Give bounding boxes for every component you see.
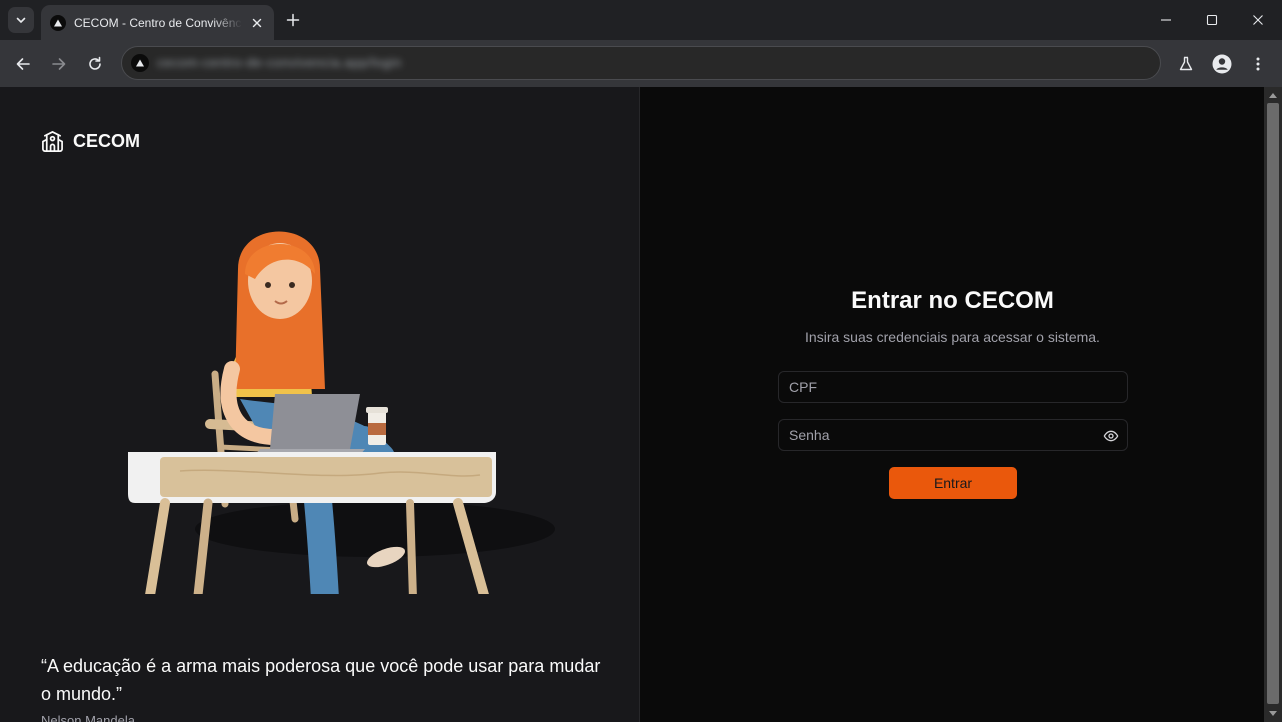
hero-quote-author: Nelson Mandela	[41, 713, 135, 722]
tab-search-button[interactable]	[8, 7, 34, 33]
browser-toolbar: cecom-centro-de-convivencia.app/login	[0, 40, 1282, 87]
woman-at-desk-illustration	[128, 231, 555, 594]
address-bar[interactable]: cecom-centro-de-convivencia.app/login	[121, 46, 1161, 80]
cpf-input[interactable]	[779, 372, 1127, 402]
password-field[interactable]	[778, 419, 1128, 451]
close-icon	[1253, 15, 1263, 25]
address-url: cecom-centro-de-convivencia.app/login	[157, 55, 402, 70]
maximize-button[interactable]	[1189, 0, 1235, 40]
arrow-right-icon	[52, 58, 66, 70]
kebab-menu-icon	[1256, 57, 1260, 71]
plus-icon	[286, 13, 300, 27]
tab-title: CECOM - Centro de Convivência	[74, 15, 242, 30]
hero-quote: “A educação é a arma mais poderosa que v…	[41, 656, 601, 704]
forward-button[interactable]	[46, 51, 72, 77]
profile-avatar-icon	[1212, 54, 1232, 74]
show-password-eye-icon[interactable]	[1103, 428, 1119, 444]
arrow-left-icon	[16, 58, 30, 70]
brand-logo[interactable]: CECOM	[41, 130, 140, 153]
hero-panel: CECOM “A educação é a arma mais poderosa…	[0, 87, 640, 722]
school-building-icon	[42, 131, 63, 152]
menu-button[interactable]	[1245, 51, 1271, 77]
reload-icon	[89, 56, 101, 70]
flask-icon	[1179, 56, 1193, 71]
login-submit-button[interactable]: Entrar	[889, 467, 1017, 499]
profile-button[interactable]	[1209, 51, 1235, 77]
login-subtitle: Insira suas credenciais para acessar o s…	[805, 329, 1100, 345]
login-panel: Entrar no CECOM Insira suas credenciais …	[641, 87, 1264, 722]
login-title: Entrar no CECOM	[851, 287, 1054, 314]
page-viewport: CECOM “A educação é a arma mais poderosa…	[0, 87, 1282, 722]
site-info-icon[interactable]	[131, 54, 149, 72]
maximize-icon	[1206, 14, 1218, 26]
reload-button[interactable]	[82, 51, 108, 77]
browser-tab-bar: CECOM - Centro de Convivência	[0, 0, 1282, 40]
close-window-button[interactable]	[1235, 0, 1281, 40]
page-scrollbar[interactable]	[1264, 87, 1282, 722]
scroll-down-arrow-icon[interactable]	[1269, 711, 1277, 716]
back-button[interactable]	[10, 51, 36, 77]
brand-name: CECOM	[73, 131, 140, 151]
minimize-icon	[1161, 19, 1171, 21]
chevron-down-icon	[16, 17, 26, 24]
new-tab-button[interactable]	[283, 10, 303, 30]
tab-close-icon[interactable]	[249, 15, 265, 31]
labs-button[interactable]	[1173, 51, 1199, 77]
site-favicon-icon	[50, 14, 66, 31]
minimize-button[interactable]	[1143, 0, 1189, 40]
browser-tab-active[interactable]: CECOM - Centro de Convivência	[41, 5, 274, 40]
scroll-up-arrow-icon[interactable]	[1269, 93, 1277, 98]
cpf-field[interactable]	[778, 371, 1128, 403]
scrollbar-thumb[interactable]	[1267, 103, 1279, 704]
password-input[interactable]	[779, 420, 1127, 450]
